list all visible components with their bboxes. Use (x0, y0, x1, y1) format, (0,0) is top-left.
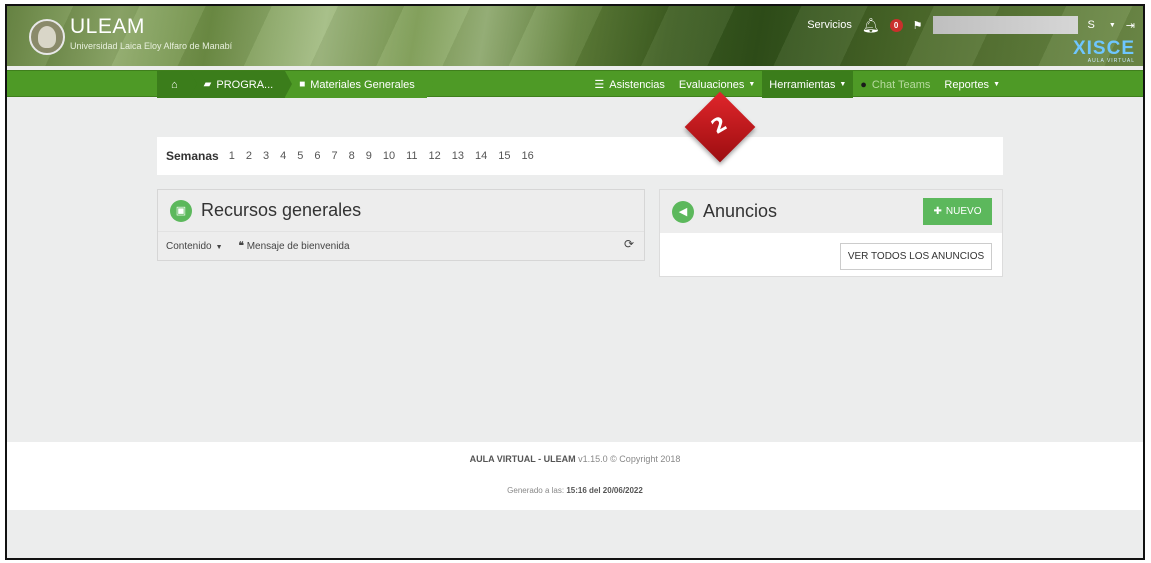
notification-badge: 0 (889, 18, 903, 32)
plus-icon: ✚ (933, 206, 942, 217)
breadcrumb-materials[interactable]: ■ Materiales Generales (285, 71, 434, 98)
nav-herramientas-label: Herramientas (769, 78, 836, 91)
services-link[interactable]: Servicios (807, 19, 852, 31)
logo-figure-icon (38, 26, 56, 48)
week-link[interactable]: 12 (429, 150, 441, 162)
week-link[interactable]: 3 (263, 150, 269, 162)
anuncios-panel: ◀ Anuncios ✚ NUEVO VER TODOS LOS ANUNCIOS (659, 189, 1003, 277)
nav-herramientas[interactable]: Herramientas ▼ (762, 71, 854, 98)
footer: AULA VIRTUAL - ULEAM v1.15.0 © Copyright… (7, 442, 1143, 510)
chevron-down-icon: ▼ (748, 81, 756, 88)
recursos-panel: ▣ Recursos generales Contenido ▼ ❝ Mensaj… (157, 189, 645, 261)
new-announcement-button[interactable]: ✚ NUEVO (923, 198, 992, 225)
new-button-label: NUEVO (945, 206, 982, 217)
nav-asistencias-label: Asistencias (609, 78, 665, 91)
top-header: ULEAM Universidad Laica Eloy Alfaro de M… (7, 6, 1143, 66)
footer-copyright: AULA VIRTUAL - ULEAM v1.15.0 © Copyright… (7, 454, 1143, 464)
bell-icon[interactable]: 🔔︎ (862, 17, 880, 34)
breadcrumb-materials-label: Materiales Generales (310, 78, 415, 91)
brand-title[interactable]: ULEAM (70, 15, 145, 39)
footer-version: v1.15.0 © Copyright 2018 (578, 454, 681, 464)
nav-reportes-label: Reportes (944, 78, 990, 91)
week-link[interactable]: 14 (475, 150, 487, 162)
week-link[interactable]: 11 (406, 150, 417, 162)
week-link[interactable]: 5 (297, 150, 303, 162)
nav-chat-teams-label: Chat Teams (871, 78, 931, 91)
briefcase-icon: ■ (299, 79, 306, 90)
book-icon: ▰ (203, 79, 212, 90)
week-link[interactable]: 10 (383, 150, 395, 162)
nav-evaluaciones-label: Evaluaciones (678, 78, 745, 91)
weeks-label: Semanas (166, 149, 219, 163)
logout-icon[interactable]: ⇥ (1126, 19, 1135, 32)
breadcrumb-home[interactable]: ⌂ (157, 71, 197, 98)
nav-chat-teams[interactable]: ● Chat Teams (853, 71, 937, 98)
footer-generated: Generado a las: 15:16 del 20/06/2022 (7, 486, 1143, 495)
breadcrumb-course[interactable]: ▰ PROGRA... (189, 71, 292, 98)
week-link[interactable]: 6 (314, 150, 320, 162)
app-window: ULEAM Universidad Laica Eloy Alfaro de M… (5, 4, 1145, 560)
recursos-title: Recursos generales (201, 200, 362, 220)
home-icon: ⌂ (171, 78, 178, 91)
anuncios-title: Anuncios (703, 201, 778, 221)
chevron-down-icon: ▼ (993, 81, 1000, 88)
quote-icon: ❝ (238, 240, 244, 252)
xisce-logo: XISCE AULA VIRTUAL (1072, 38, 1135, 64)
chevron-down-icon: ▼ (839, 81, 847, 88)
nav-reportes[interactable]: Reportes ▼ (937, 71, 1007, 98)
nav-asistencias[interactable]: ☰ Asistencias (587, 71, 672, 98)
week-link[interactable]: 9 (366, 150, 372, 162)
week-link[interactable]: 15 (498, 150, 510, 162)
contenido-dropdown[interactable]: Contenido ▼ (166, 241, 223, 252)
main-navbar: ⌂ ▰ PROGRA... ■ Materiales Generales ☰ Asis… (7, 70, 1143, 98)
week-link[interactable]: 7 (331, 150, 337, 162)
breadcrumb: ⌂ ▰ PROGRA... ■ Materiales Generales (157, 71, 434, 98)
mensaje-label: Mensaje de bienvenida (246, 240, 350, 252)
refresh-icon[interactable]: ⟳ (624, 237, 634, 251)
flag-icon[interactable]: ⚑ (913, 19, 923, 32)
user-suffix[interactable]: S (1088, 19, 1095, 31)
footer-generated-value: 15:16 del 20/06/2022 (566, 486, 643, 495)
chevron-down-icon: ▼ (215, 243, 223, 251)
chevron-down-icon[interactable]: ▼ (1109, 22, 1116, 29)
footer-app-name: AULA VIRTUAL - ULEAM (469, 454, 576, 464)
week-link[interactable]: 13 (452, 150, 464, 162)
recursos-header: ▣ Recursos generales (158, 190, 644, 231)
anuncios-header: ◀ Anuncios ✚ NUEVO (660, 190, 1002, 233)
mensaje-bienvenida-link[interactable]: ❝ Mensaje de bienvenida (239, 241, 350, 252)
header-actions: Servicios 🔔︎ 0 ⚑ S ▼ ⇥ (807, 14, 1135, 36)
week-link[interactable]: 2 (246, 150, 252, 162)
footer-generated-label: Generado a las: (507, 486, 565, 495)
weeks-bar: Semanas 1 2 3 4 5 6 7 8 9 10 11 12 13 14… (157, 137, 1003, 175)
briefcase-icon: ▣ (170, 199, 192, 222)
contenido-label: Contenido (166, 240, 212, 252)
view-all-announcements-button[interactable]: VER TODOS LOS ANUNCIOS (840, 243, 992, 270)
brand-subtitle: Universidad Laica Eloy Alfaro de Manabí (70, 41, 233, 51)
user-name-redacted[interactable] (932, 16, 1078, 34)
xisce-logo-text: XISCE (1072, 38, 1135, 59)
university-logo[interactable] (29, 19, 65, 55)
list-icon: ☰ (594, 79, 605, 91)
week-link[interactable]: 1 (229, 150, 235, 162)
breadcrumb-course-label: PROGRA... (216, 78, 274, 91)
week-link[interactable]: 16 (522, 150, 534, 162)
nav-menu: ☰ Asistencias Evaluaciones ▼ Herramientas ▼… (587, 71, 1007, 98)
week-link[interactable]: 4 (280, 150, 286, 162)
week-link[interactable]: 8 (349, 150, 355, 162)
chat-icon: ● (860, 78, 867, 91)
recursos-toolbar: Contenido ▼ ❝ Mensaje de bienvenida (158, 231, 644, 260)
megaphone-icon: ◀ (672, 200, 694, 223)
